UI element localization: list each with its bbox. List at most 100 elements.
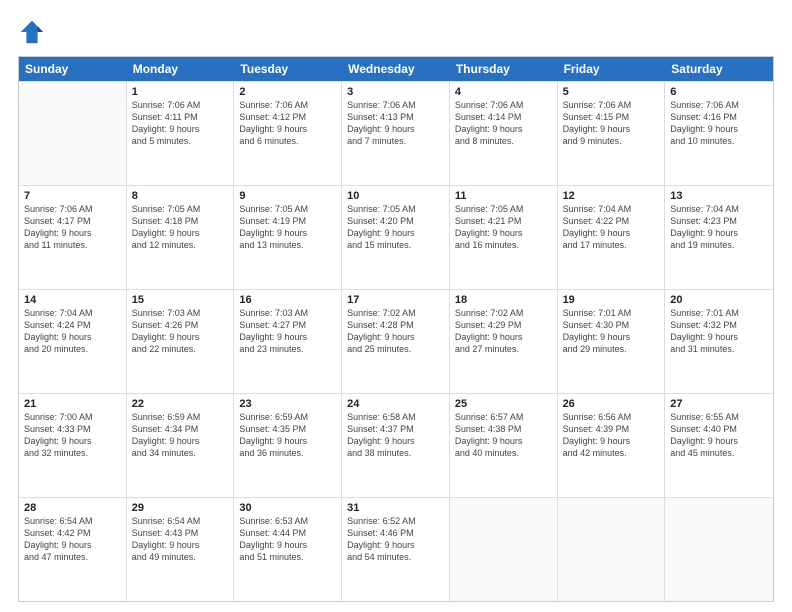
calendar-cell bbox=[665, 498, 773, 601]
page: SundayMondayTuesdayWednesdayThursdayFrid… bbox=[0, 0, 792, 612]
day-number: 7 bbox=[24, 190, 121, 202]
day-number: 8 bbox=[132, 190, 229, 202]
calendar-cell: 6Sunrise: 7:06 AM Sunset: 4:16 PM Daylig… bbox=[665, 82, 773, 185]
day-number: 24 bbox=[347, 398, 444, 410]
calendar-cell: 5Sunrise: 7:06 AM Sunset: 4:15 PM Daylig… bbox=[558, 82, 666, 185]
calendar-cell: 18Sunrise: 7:02 AM Sunset: 4:29 PM Dayli… bbox=[450, 290, 558, 393]
calendar-cell: 14Sunrise: 7:04 AM Sunset: 4:24 PM Dayli… bbox=[19, 290, 127, 393]
day-number: 11 bbox=[455, 190, 552, 202]
day-number: 9 bbox=[239, 190, 336, 202]
calendar-cell: 26Sunrise: 6:56 AM Sunset: 4:39 PM Dayli… bbox=[558, 394, 666, 497]
day-number: 20 bbox=[670, 294, 768, 306]
cell-info: Sunrise: 7:05 AM Sunset: 4:20 PM Dayligh… bbox=[347, 203, 444, 252]
cell-info: Sunrise: 7:05 AM Sunset: 4:18 PM Dayligh… bbox=[132, 203, 229, 252]
calendar-cell: 30Sunrise: 6:53 AM Sunset: 4:44 PM Dayli… bbox=[234, 498, 342, 601]
cell-info: Sunrise: 6:53 AM Sunset: 4:44 PM Dayligh… bbox=[239, 515, 336, 564]
day-number: 12 bbox=[563, 190, 660, 202]
weekday-header-sunday: Sunday bbox=[19, 57, 127, 81]
day-number: 10 bbox=[347, 190, 444, 202]
day-number: 30 bbox=[239, 502, 336, 514]
calendar-cell: 7Sunrise: 7:06 AM Sunset: 4:17 PM Daylig… bbox=[19, 186, 127, 289]
calendar-row-2: 7Sunrise: 7:06 AM Sunset: 4:17 PM Daylig… bbox=[19, 185, 773, 289]
cell-info: Sunrise: 6:59 AM Sunset: 4:35 PM Dayligh… bbox=[239, 411, 336, 460]
day-number: 3 bbox=[347, 86, 444, 98]
calendar-cell: 25Sunrise: 6:57 AM Sunset: 4:38 PM Dayli… bbox=[450, 394, 558, 497]
calendar-cell bbox=[558, 498, 666, 601]
calendar-cell: 28Sunrise: 6:54 AM Sunset: 4:42 PM Dayli… bbox=[19, 498, 127, 601]
cell-info: Sunrise: 7:02 AM Sunset: 4:28 PM Dayligh… bbox=[347, 307, 444, 356]
calendar-cell: 20Sunrise: 7:01 AM Sunset: 4:32 PM Dayli… bbox=[665, 290, 773, 393]
day-number: 19 bbox=[563, 294, 660, 306]
calendar-cell: 9Sunrise: 7:05 AM Sunset: 4:19 PM Daylig… bbox=[234, 186, 342, 289]
weekday-header-saturday: Saturday bbox=[665, 57, 773, 81]
cell-info: Sunrise: 7:00 AM Sunset: 4:33 PM Dayligh… bbox=[24, 411, 121, 460]
day-number: 4 bbox=[455, 86, 552, 98]
logo-icon bbox=[18, 18, 46, 46]
day-number: 2 bbox=[239, 86, 336, 98]
calendar-row-4: 21Sunrise: 7:00 AM Sunset: 4:33 PM Dayli… bbox=[19, 393, 773, 497]
cell-info: Sunrise: 7:03 AM Sunset: 4:26 PM Dayligh… bbox=[132, 307, 229, 356]
day-number: 6 bbox=[670, 86, 768, 98]
calendar-cell: 16Sunrise: 7:03 AM Sunset: 4:27 PM Dayli… bbox=[234, 290, 342, 393]
cell-info: Sunrise: 7:06 AM Sunset: 4:16 PM Dayligh… bbox=[670, 99, 768, 148]
cell-info: Sunrise: 7:01 AM Sunset: 4:30 PM Dayligh… bbox=[563, 307, 660, 356]
day-number: 29 bbox=[132, 502, 229, 514]
day-number: 16 bbox=[239, 294, 336, 306]
calendar-body: 1Sunrise: 7:06 AM Sunset: 4:11 PM Daylig… bbox=[19, 81, 773, 601]
calendar: SundayMondayTuesdayWednesdayThursdayFrid… bbox=[18, 56, 774, 602]
day-number: 1 bbox=[132, 86, 229, 98]
day-number: 22 bbox=[132, 398, 229, 410]
calendar-cell bbox=[450, 498, 558, 601]
cell-info: Sunrise: 7:04 AM Sunset: 4:24 PM Dayligh… bbox=[24, 307, 121, 356]
weekday-header-friday: Friday bbox=[558, 57, 666, 81]
cell-info: Sunrise: 7:06 AM Sunset: 4:13 PM Dayligh… bbox=[347, 99, 444, 148]
weekday-header-wednesday: Wednesday bbox=[342, 57, 450, 81]
day-number: 26 bbox=[563, 398, 660, 410]
cell-info: Sunrise: 7:02 AM Sunset: 4:29 PM Dayligh… bbox=[455, 307, 552, 356]
calendar-cell: 29Sunrise: 6:54 AM Sunset: 4:43 PM Dayli… bbox=[127, 498, 235, 601]
cell-info: Sunrise: 7:06 AM Sunset: 4:11 PM Dayligh… bbox=[132, 99, 229, 148]
day-number: 17 bbox=[347, 294, 444, 306]
calendar-cell: 22Sunrise: 6:59 AM Sunset: 4:34 PM Dayli… bbox=[127, 394, 235, 497]
cell-info: Sunrise: 6:59 AM Sunset: 4:34 PM Dayligh… bbox=[132, 411, 229, 460]
cell-info: Sunrise: 7:04 AM Sunset: 4:23 PM Dayligh… bbox=[670, 203, 768, 252]
day-number: 13 bbox=[670, 190, 768, 202]
calendar-cell: 12Sunrise: 7:04 AM Sunset: 4:22 PM Dayli… bbox=[558, 186, 666, 289]
calendar-cell: 24Sunrise: 6:58 AM Sunset: 4:37 PM Dayli… bbox=[342, 394, 450, 497]
header bbox=[18, 18, 774, 46]
cell-info: Sunrise: 7:01 AM Sunset: 4:32 PM Dayligh… bbox=[670, 307, 768, 356]
weekday-header-thursday: Thursday bbox=[450, 57, 558, 81]
cell-info: Sunrise: 7:03 AM Sunset: 4:27 PM Dayligh… bbox=[239, 307, 336, 356]
calendar-cell: 15Sunrise: 7:03 AM Sunset: 4:26 PM Dayli… bbox=[127, 290, 235, 393]
cell-info: Sunrise: 6:58 AM Sunset: 4:37 PM Dayligh… bbox=[347, 411, 444, 460]
calendar-cell bbox=[19, 82, 127, 185]
day-number: 21 bbox=[24, 398, 121, 410]
cell-info: Sunrise: 6:54 AM Sunset: 4:43 PM Dayligh… bbox=[132, 515, 229, 564]
calendar-cell: 1Sunrise: 7:06 AM Sunset: 4:11 PM Daylig… bbox=[127, 82, 235, 185]
calendar-cell: 13Sunrise: 7:04 AM Sunset: 4:23 PM Dayli… bbox=[665, 186, 773, 289]
calendar-cell: 27Sunrise: 6:55 AM Sunset: 4:40 PM Dayli… bbox=[665, 394, 773, 497]
cell-info: Sunrise: 7:05 AM Sunset: 4:21 PM Dayligh… bbox=[455, 203, 552, 252]
day-number: 25 bbox=[455, 398, 552, 410]
calendar-cell: 31Sunrise: 6:52 AM Sunset: 4:46 PM Dayli… bbox=[342, 498, 450, 601]
cell-info: Sunrise: 7:06 AM Sunset: 4:15 PM Dayligh… bbox=[563, 99, 660, 148]
cell-info: Sunrise: 6:54 AM Sunset: 4:42 PM Dayligh… bbox=[24, 515, 121, 564]
cell-info: Sunrise: 7:06 AM Sunset: 4:17 PM Dayligh… bbox=[24, 203, 121, 252]
logo bbox=[18, 18, 50, 46]
calendar-cell: 19Sunrise: 7:01 AM Sunset: 4:30 PM Dayli… bbox=[558, 290, 666, 393]
cell-info: Sunrise: 6:52 AM Sunset: 4:46 PM Dayligh… bbox=[347, 515, 444, 564]
calendar-cell: 17Sunrise: 7:02 AM Sunset: 4:28 PM Dayli… bbox=[342, 290, 450, 393]
cell-info: Sunrise: 7:06 AM Sunset: 4:12 PM Dayligh… bbox=[239, 99, 336, 148]
calendar-header: SundayMondayTuesdayWednesdayThursdayFrid… bbox=[19, 57, 773, 81]
day-number: 28 bbox=[24, 502, 121, 514]
cell-info: Sunrise: 6:57 AM Sunset: 4:38 PM Dayligh… bbox=[455, 411, 552, 460]
day-number: 18 bbox=[455, 294, 552, 306]
calendar-cell: 21Sunrise: 7:00 AM Sunset: 4:33 PM Dayli… bbox=[19, 394, 127, 497]
day-number: 27 bbox=[670, 398, 768, 410]
calendar-cell: 4Sunrise: 7:06 AM Sunset: 4:14 PM Daylig… bbox=[450, 82, 558, 185]
calendar-row-1: 1Sunrise: 7:06 AM Sunset: 4:11 PM Daylig… bbox=[19, 81, 773, 185]
cell-info: Sunrise: 7:06 AM Sunset: 4:14 PM Dayligh… bbox=[455, 99, 552, 148]
calendar-row-5: 28Sunrise: 6:54 AM Sunset: 4:42 PM Dayli… bbox=[19, 497, 773, 601]
cell-info: Sunrise: 7:04 AM Sunset: 4:22 PM Dayligh… bbox=[563, 203, 660, 252]
calendar-cell: 10Sunrise: 7:05 AM Sunset: 4:20 PM Dayli… bbox=[342, 186, 450, 289]
